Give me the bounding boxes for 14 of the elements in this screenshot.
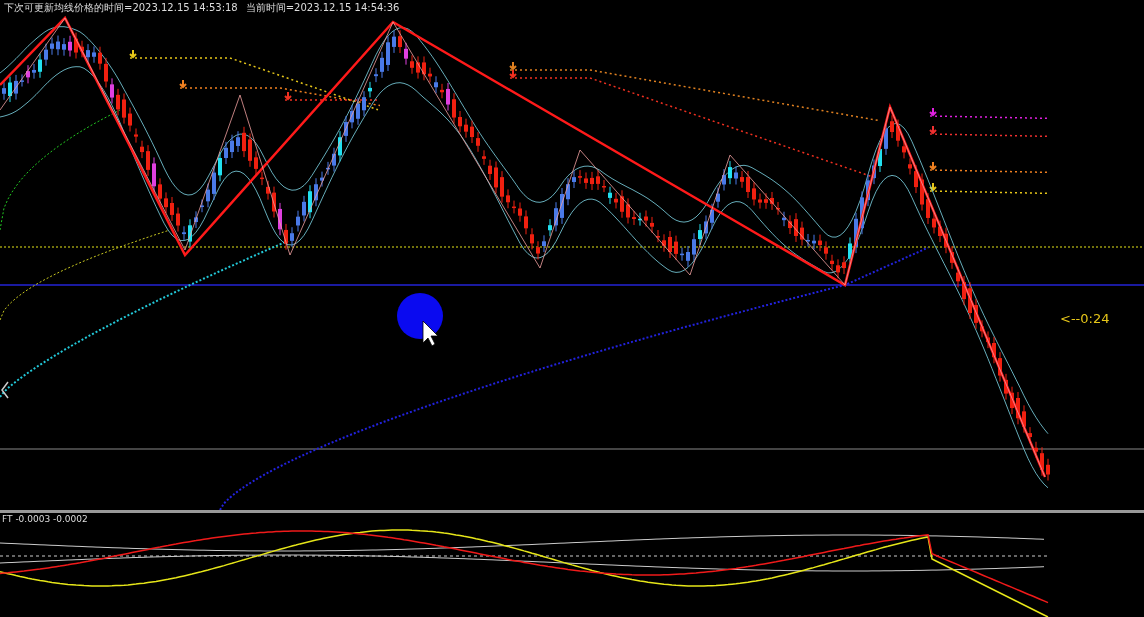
info-text: 当前时间=2023.12.15 14:54:36 (245, 1, 400, 15)
down-arrow-icon (929, 107, 937, 117)
cursor-highlight-icon (397, 293, 443, 339)
down-arrow-icon (129, 49, 137, 59)
countdown-label: <--0:24 (1060, 311, 1110, 326)
down-arrow-icon (284, 91, 292, 101)
info-text: 下次可更新均线价格的时间=2023.12.15 14:53:18 (4, 1, 238, 15)
down-arrow-icon (929, 182, 937, 192)
indicator-label: FT -0.0003 -0.0002 (2, 514, 88, 524)
chevron-left-icon[interactable] (1, 381, 9, 399)
down-arrow-icon (929, 161, 937, 171)
down-arrow-icon (929, 125, 937, 135)
down-arrow-icon (179, 79, 187, 89)
mouse-pointer-icon (422, 320, 439, 347)
